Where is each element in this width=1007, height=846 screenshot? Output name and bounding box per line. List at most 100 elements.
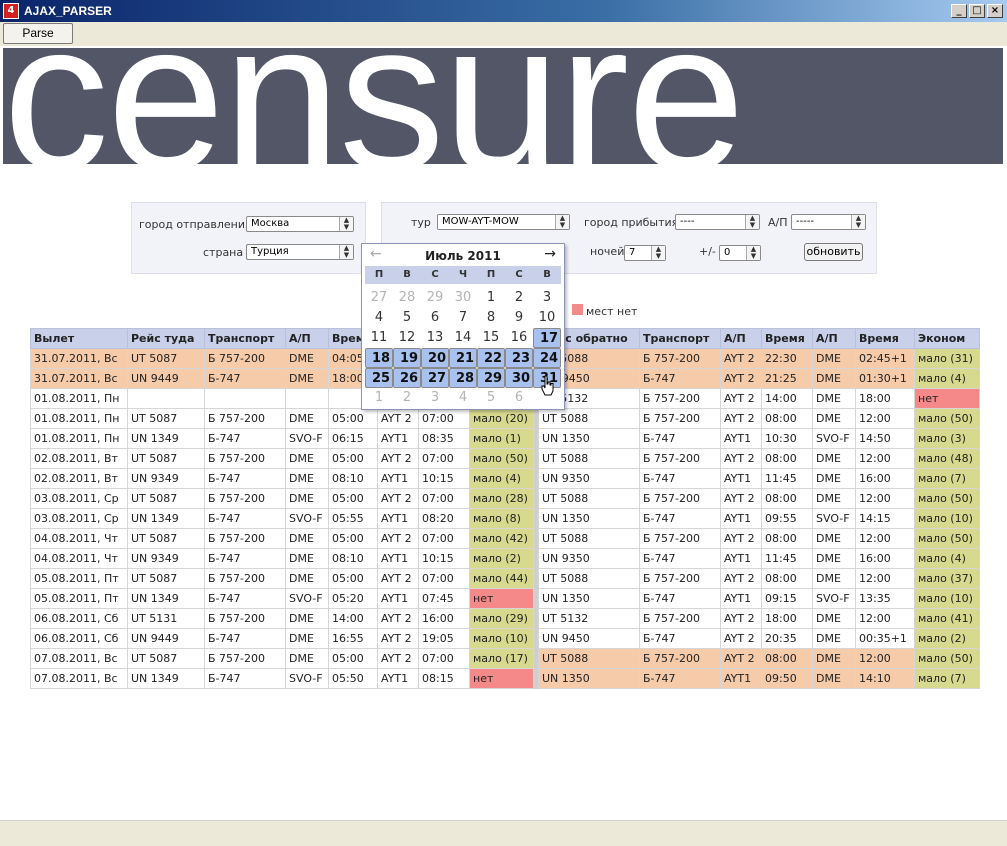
maximize-icon[interactable]: □ (969, 4, 985, 18)
parse-button[interactable]: Parse (3, 23, 73, 44)
calendar-day[interactable]: 6 (505, 388, 533, 408)
calendar-day[interactable]: 19 (393, 348, 421, 368)
column-header[interactable]: Транспорт (204, 328, 286, 349)
table-cell: 10:15 (418, 468, 470, 489)
calendar-day[interactable]: 28 (449, 368, 477, 388)
table-cell: AYT1 (377, 428, 419, 449)
table-cell: DME (285, 448, 329, 469)
calendar-day[interactable]: 26 (393, 368, 421, 388)
column-header[interactable]: Рейс туда (127, 328, 205, 349)
calendar-day[interactable]: 12 (393, 328, 421, 348)
calendar-day[interactable]: 5 (393, 308, 421, 328)
ap-select[interactable]: ----- ▲ ▼ (791, 214, 866, 230)
table-row[interactable]: 07.08.2011, Вс UT 5087 Б 757-200 DME 05:00 AY… (30, 648, 980, 669)
table-row[interactable]: 04.08.2011, Чт UN 9349 Б-747 DME 08:10 AYT1 10… (30, 548, 980, 569)
table-row[interactable]: 06.08.2011, Сб UT 5131 Б 757-200 DME 14:00 AY… (30, 608, 980, 629)
table-row[interactable]: 07.08.2011, Вс UN 1349 Б-747 SVO-F 05:50 AYT1… (30, 668, 980, 689)
table-cell: 10:30 (761, 428, 813, 449)
calendar-day[interactable]: 29 (477, 368, 505, 388)
table-row[interactable]: 02.08.2011, Вт UN 9349 Б-747 DME 08:10 AYT1 10… (30, 468, 980, 489)
next-month-arrow-icon[interactable]: → (544, 246, 556, 262)
table-row[interactable]: 05.08.2011, Пт UT 5087 Б 757-200 DME 05:00 AY… (30, 568, 980, 589)
calendar-day[interactable]: 4 (449, 388, 477, 408)
table-row[interactable]: 03.08.2011, Ср UT 5087 Б 757-200 DME 05:00 AY… (30, 488, 980, 509)
close-icon[interactable]: × (987, 4, 1003, 18)
calendar-day[interactable]: 3 (533, 288, 561, 308)
table-row[interactable]: 01.08.2011, Пн UT 5087 Б 757-200 DME 05:00 AY… (30, 408, 980, 429)
toolbar (0, 22, 1007, 46)
table-cell: мало (50) (914, 648, 980, 669)
calendar-day[interactable]: 2 (393, 388, 421, 408)
table-cell: мало (10) (914, 588, 980, 609)
table-cell: мало (29) (469, 608, 534, 629)
table-row[interactable]: 02.08.2011, Вт UT 5087 Б 757-200 DME 05:00 AY… (30, 448, 980, 469)
calendar-day[interactable]: 2 (505, 288, 533, 308)
table-cell: DME (285, 648, 329, 669)
calendar-day[interactable]: 27 (421, 368, 449, 388)
calendar-day[interactable]: 5 (477, 388, 505, 408)
calendar-day[interactable]: 21 (449, 348, 477, 368)
column-header[interactable]: А/П (812, 328, 856, 349)
calendar-day[interactable]: 8 (477, 308, 505, 328)
calendar-day[interactable]: 10 (533, 308, 561, 328)
table-row[interactable]: 05.08.2011, Пт UN 1349 Б-747 SVO-F 05:20 AYT1… (30, 588, 980, 609)
calendar-day[interactable]: 29 (421, 288, 449, 308)
column-header[interactable]: Эконом (914, 328, 980, 349)
calendar-day[interactable]: 15 (477, 328, 505, 348)
calendar-weekday: В (403, 269, 411, 280)
calendar-day[interactable]: 28 (393, 288, 421, 308)
calendar-day[interactable]: 1 (365, 388, 393, 408)
table-cell: 05:00 (328, 568, 378, 589)
calendar-day[interactable]: 30 (505, 368, 533, 388)
country-select[interactable]: Турция ▲ ▼ (246, 244, 354, 260)
plusminus-stepper[interactable]: 0 ▲ ▼ (719, 245, 761, 261)
column-header[interactable]: Вылет (30, 328, 128, 349)
calendar-day[interactable]: 16 (505, 328, 533, 348)
calendar-day[interactable]: 17 (533, 328, 561, 348)
column-header[interactable]: Время (761, 328, 813, 349)
table-cell: 12:00 (855, 528, 915, 549)
column-header[interactable]: Время (855, 328, 915, 349)
table-cell: 07:00 (418, 488, 470, 509)
calendar-day[interactable]: 7 (449, 308, 477, 328)
update-button[interactable]: обновить (804, 243, 863, 261)
calendar-day[interactable]: 23 (505, 348, 533, 368)
calendar-day[interactable]: 30 (449, 288, 477, 308)
column-header[interactable]: Транспорт (639, 328, 721, 349)
calendar-day[interactable]: 4 (365, 308, 393, 328)
nights-stepper[interactable]: 7 ▲ ▼ (624, 245, 666, 261)
calendar-day[interactable]: 13 (421, 328, 449, 348)
departure-city-select[interactable]: Москва ▲ ▼ (246, 216, 354, 232)
calendar-day[interactable]: 1 (477, 288, 505, 308)
table-row[interactable]: 03.08.2011, Ср UN 1349 Б-747 SVO-F 05:55 AYT1… (30, 508, 980, 529)
table-cell: DME (285, 548, 329, 569)
table-cell (285, 388, 329, 409)
table-cell: 07:00 (418, 528, 470, 549)
table-cell: 12:00 (855, 608, 915, 629)
arrival-city-select[interactable]: ---- ▲ ▼ (675, 214, 760, 230)
minimize-icon[interactable]: _ (951, 4, 967, 18)
column-header[interactable]: А/П (285, 328, 329, 349)
table-row[interactable]: 04.08.2011, Чт UT 5087 Б 757-200 DME 05:00 AY… (30, 528, 980, 549)
table-cell: AYT 2 (377, 528, 419, 549)
calendar-day[interactable]: 11 (365, 328, 393, 348)
calendar-day[interactable]: 20 (421, 348, 449, 368)
tour-select[interactable]: MOW-AYT-MOW ▲ ▼ (437, 214, 570, 230)
calendar-day[interactable]: 18 (365, 348, 393, 368)
calendar-day[interactable]: 14 (449, 328, 477, 348)
table-row[interactable]: 01.08.2011, Пн UN 1349 Б-747 SVO-F 06:15 AYT1… (30, 428, 980, 449)
table-cell: 04.08.2011, Чт (30, 548, 128, 569)
calendar-day[interactable]: 27 (365, 288, 393, 308)
table-row[interactable]: 06.08.2011, Сб UN 9449 Б-747 DME 16:55 AYT 21… (30, 628, 980, 649)
calendar-day[interactable]: 24 (533, 348, 561, 368)
table-cell: 08:15 (418, 668, 470, 689)
table-cell: 12:00 (855, 568, 915, 589)
calendar-day[interactable]: 6 (421, 308, 449, 328)
column-header[interactable]: А/П (720, 328, 762, 349)
calendar-day[interactable]: 3 (421, 388, 449, 408)
calendar-day[interactable]: 9 (505, 308, 533, 328)
table-cell: SVO-F (285, 668, 329, 689)
calendar-day[interactable]: 25 (365, 368, 393, 388)
table-cell: нет (914, 388, 980, 409)
calendar-day[interactable]: 22 (477, 348, 505, 368)
